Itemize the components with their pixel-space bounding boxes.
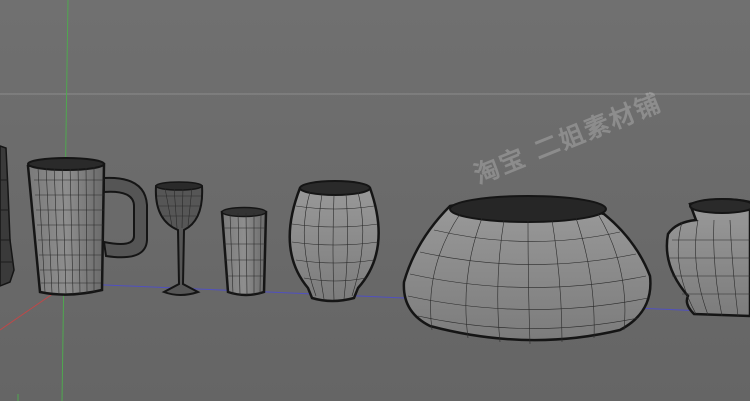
tumbler-glass[interactable]	[220, 206, 268, 297]
3d-viewport[interactable]: 淘宝 二姐素材铺	[0, 0, 750, 401]
viewport-canvas[interactable]	[0, 0, 750, 401]
